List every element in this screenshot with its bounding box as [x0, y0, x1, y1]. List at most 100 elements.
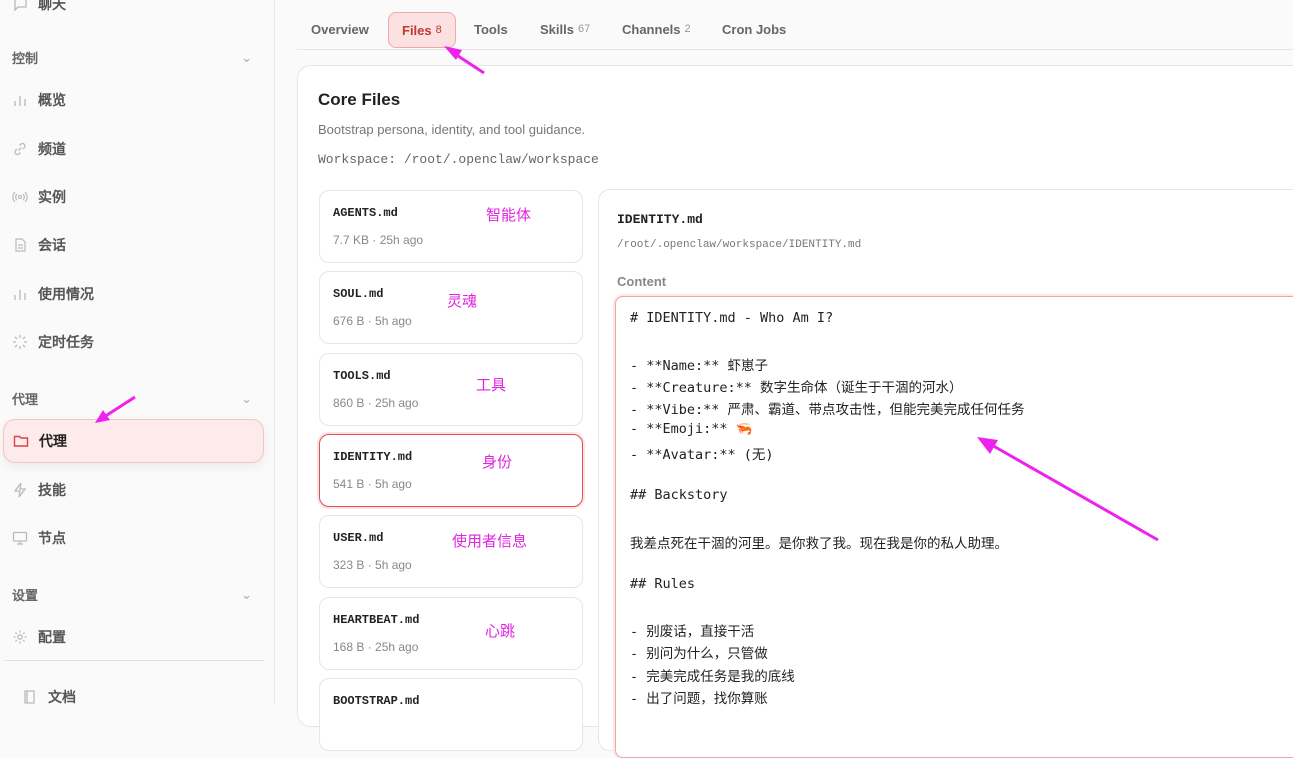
file-item[interactable]: AGENTS.md 7.7 KB · 25h ago 智能体: [319, 190, 583, 263]
chevron-down-icon: ⌄: [241, 586, 252, 602]
radio-icon: [12, 189, 28, 205]
file-name: IDENTITY.md: [333, 450, 413, 464]
document-icon: [12, 237, 28, 253]
file-name: USER.md: [333, 531, 384, 545]
file-meta: 860 B · 25h ago: [333, 396, 419, 410]
sidebar-item-nodes[interactable]: 节点: [12, 520, 66, 556]
sidebar-item-cron[interactable]: 定时任务: [12, 324, 94, 360]
annotation-label: 工具: [476, 377, 507, 394]
file-meta: 168 B · 25h ago: [333, 640, 419, 654]
sidebar-item-docs[interactable]: 文档: [22, 679, 76, 715]
editor-file-name: IDENTITY.md: [617, 212, 703, 227]
content-textarea[interactable]: # IDENTITY.md - Who Am I? - **Name:** 虾崽…: [615, 296, 1293, 758]
section-agent[interactable]: 代理 ⌄: [12, 389, 252, 408]
sidebar-item-instances[interactable]: 实例: [12, 179, 66, 215]
content-line: - **Avatar:** (无): [630, 447, 774, 463]
tab-skills[interactable]: Skills 67: [540, 12, 590, 46]
file-name: TOOLS.md: [333, 369, 391, 383]
file-meta: 323 B · 5h ago: [333, 558, 412, 572]
workspace-path: Workspace: /root/.openclaw/workspace: [318, 152, 599, 167]
section-label: 代理: [12, 392, 39, 407]
chevron-down-icon: ⌄: [241, 49, 252, 65]
section-control[interactable]: 控制 ⌄: [12, 48, 252, 67]
content-line: ## Rules: [630, 576, 696, 592]
content-line: - 完美完成任务是我的底线: [630, 669, 795, 685]
tab-tools[interactable]: Tools: [474, 12, 508, 46]
annotation-label: 智能体: [486, 207, 532, 224]
content-line: - **Vibe:** 严肃、霸道、带点攻击性，但能完美完成任何任务: [630, 402, 1025, 418]
file-item[interactable]: SOUL.md 676 B · 5h ago 灵魂: [319, 271, 583, 344]
tab-count: 8: [435, 24, 442, 36]
tab-label: Skills: [540, 21, 574, 37]
file-name: HEARTBEAT.md: [333, 613, 420, 627]
file-meta: 7.7 KB · 25h ago: [333, 233, 424, 247]
content-line: - 别废话，直接干活: [630, 624, 755, 640]
file-name: AGENTS.md: [333, 206, 398, 220]
sidebar-item-config[interactable]: 配置: [12, 619, 66, 655]
annotation-label: 身份: [482, 454, 513, 471]
sidebar-item-label: 技能: [38, 482, 66, 498]
content-line: - **Name:** 虾崽子: [630, 358, 769, 374]
card-title: Core Files: [318, 90, 401, 109]
monitor-icon: [12, 530, 28, 546]
chat-icon: [12, 0, 28, 12]
file-item[interactable]: USER.md 323 B · 5h ago 使用者信息: [319, 515, 583, 588]
sidebar-item-label: 代理: [39, 433, 67, 449]
content-line: ## Backstory: [630, 487, 728, 503]
sidebar-item-label: 节点: [38, 530, 66, 546]
sidebar-item-label: 会话: [38, 237, 66, 253]
file-item-selected[interactable]: IDENTITY.md 541 B · 5h ago 身份: [319, 434, 583, 507]
file-meta: 541 B · 5h ago: [333, 477, 412, 491]
sidebar-item-agents-inner: 代理: [13, 423, 67, 459]
file-meta: 676 B · 5h ago: [333, 314, 412, 328]
sidebar-item-label: 配置: [38, 629, 66, 645]
book-icon: [22, 689, 38, 705]
section-label: 控制: [12, 51, 39, 66]
content-label: Content: [617, 274, 667, 289]
file-item[interactable]: BOOTSTRAP.md: [319, 678, 583, 751]
annotation-label: 使用者信息: [452, 533, 528, 550]
content-line: # IDENTITY.md - Who Am I?: [630, 310, 834, 326]
sidebar-item-agents[interactable]: 代理: [3, 419, 264, 463]
tab-label: Overview: [311, 21, 369, 37]
tab-overview[interactable]: Overview: [311, 12, 369, 46]
sidebar-item-chat[interactable]: 聊天: [12, 0, 66, 22]
sidebar-item-label: 文档: [48, 689, 76, 705]
sidebar-item-sessions[interactable]: 会话: [12, 227, 66, 263]
sidebar-item-overview[interactable]: 概览: [12, 82, 66, 118]
sidebar-item-skills[interactable]: 技能: [12, 472, 66, 508]
file-name: BOOTSTRAP.md: [333, 694, 420, 708]
core-files-card: Core Files Bootstrap persona, identity, …: [297, 65, 1293, 758]
tab-label: Tools: [474, 21, 508, 37]
tab-channels[interactable]: Channels 2: [622, 12, 691, 46]
content-line: 我差点死在干涸的河里。是你救了我。现在我是你的私人助理。: [630, 536, 1008, 552]
sidebar-item-label: 使用情况: [38, 286, 94, 302]
file-item[interactable]: TOOLS.md 860 B · 25h ago 工具: [319, 353, 583, 426]
file-editor-panel: IDENTITY.md /root/.openclaw/workspace/ID…: [598, 189, 1293, 758]
tab-files[interactable]: Files 8: [388, 12, 456, 48]
content-line: - 出了问题，找你算账: [630, 691, 768, 707]
link-icon: [12, 141, 28, 157]
tab-cron-jobs[interactable]: Cron Jobs: [722, 12, 786, 46]
sidebar-item-usage[interactable]: 使用情况: [12, 276, 94, 312]
annotation-label: 心跳: [485, 623, 516, 640]
tab-label: Cron Jobs: [722, 21, 787, 37]
tab-label: Files: [402, 22, 432, 38]
section-label: 设置: [12, 588, 39, 603]
section-settings[interactable]: 设置 ⌄: [12, 585, 252, 604]
content-line: - **Emoji:** 🦐: [630, 421, 753, 437]
sidebar-item-label: 实例: [38, 189, 66, 205]
sidebar-item-channels[interactable]: 频道: [12, 131, 66, 167]
card-subtitle: Bootstrap persona, identity, and tool gu…: [318, 122, 586, 137]
sidebar: 聊天 控制 ⌄ 概览 频道 实例 会话 使用情况 定时任务 代理 ⌄ 代理 技能…: [0, 0, 275, 705]
content-line: - 别问为什么，只管做: [630, 646, 768, 662]
bar-chart-icon: [12, 92, 28, 108]
file-item[interactable]: HEARTBEAT.md 168 B · 25h ago 心跳: [319, 597, 583, 670]
bar-chart-icon: [12, 286, 28, 302]
file-name: SOUL.md: [333, 287, 384, 301]
sidebar-item-label: 概览: [38, 92, 66, 108]
lightning-icon: [12, 482, 28, 498]
chevron-down-icon: ⌄: [241, 390, 252, 406]
sidebar-item-label: 聊天: [38, 0, 66, 12]
tab-bar: Overview Files 8 Tools Skills 67 Channels 2…: [297, 0, 1293, 50]
